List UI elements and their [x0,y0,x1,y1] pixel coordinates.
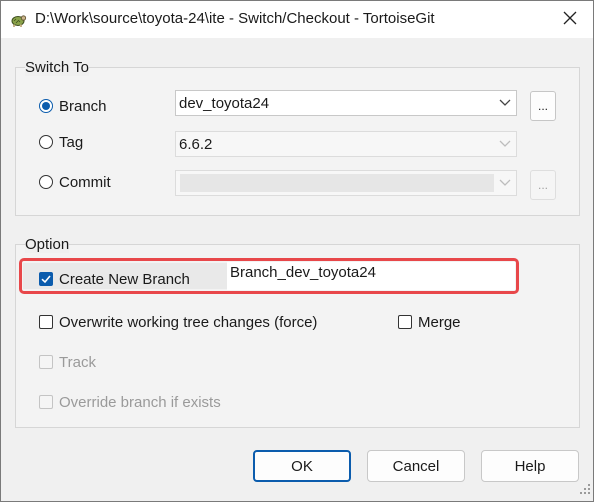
cancel-button[interactable]: Cancel [367,450,465,482]
radio-unselected-indicator [39,135,53,149]
branch-combo[interactable]: dev_toyota24 [175,90,517,116]
close-icon [563,11,577,29]
branch-radio[interactable]: Branch [39,95,107,117]
switch-to-label: Switch To [25,59,89,76]
switch-checkout-dialog: D:\Work\source\toyota-24\ite - Switch/Ch… [0,0,594,502]
checkbox-unchecked-indicator [398,315,412,329]
tortoisegit-icon [9,11,27,29]
merge-label: Merge [418,313,461,331]
close-button[interactable] [547,1,593,38]
branch-browse-button[interactable]: ... [530,91,556,121]
commit-radio[interactable]: Commit [39,171,111,193]
override-branch-checkbox[interactable]: Override branch if exists [39,391,221,413]
title-bar: D:\Work\source\toyota-24\ite - Switch/Ch… [1,1,593,38]
commit-radio-label: Commit [59,173,111,191]
checkbox-disabled-indicator [39,355,53,369]
radio-unselected-indicator [39,175,53,189]
commit-combo-value [180,174,494,192]
overwrite-checkbox[interactable]: Overwrite working tree changes (force) [39,311,317,333]
resize-grip-icon[interactable] [579,482,591,499]
chevron-down-icon [494,99,516,107]
checkbox-unchecked-indicator [39,315,53,329]
window-title: D:\Work\source\toyota-24\ite - Switch/Ch… [35,10,435,27]
track-label: Track [59,353,96,371]
track-checkbox[interactable]: Track [39,351,96,373]
highlight-annotation [19,258,519,294]
ok-button[interactable]: OK [253,450,351,482]
chevron-down-icon [494,179,516,187]
checkbox-disabled-indicator [39,395,53,409]
help-button[interactable]: Help [481,450,579,482]
tag-radio[interactable]: Tag [39,131,83,153]
merge-checkbox[interactable]: Merge [398,311,461,333]
tag-combo-value: 6.6.2 [179,135,213,153]
branch-combo-value: dev_toyota24 [179,94,270,112]
radio-selected-indicator [39,99,53,113]
commit-browse-button[interactable]: ... [530,170,556,200]
tag-combo[interactable]: 6.6.2 [175,131,517,157]
branch-radio-label: Branch [59,97,107,115]
option-label: Option [25,236,70,253]
override-branch-label: Override branch if exists [59,393,221,411]
tag-radio-label: Tag [59,133,84,151]
commit-combo[interactable] [175,170,517,196]
chevron-down-icon [494,140,516,148]
overwrite-label: Overwrite working tree changes (force) [59,313,318,331]
